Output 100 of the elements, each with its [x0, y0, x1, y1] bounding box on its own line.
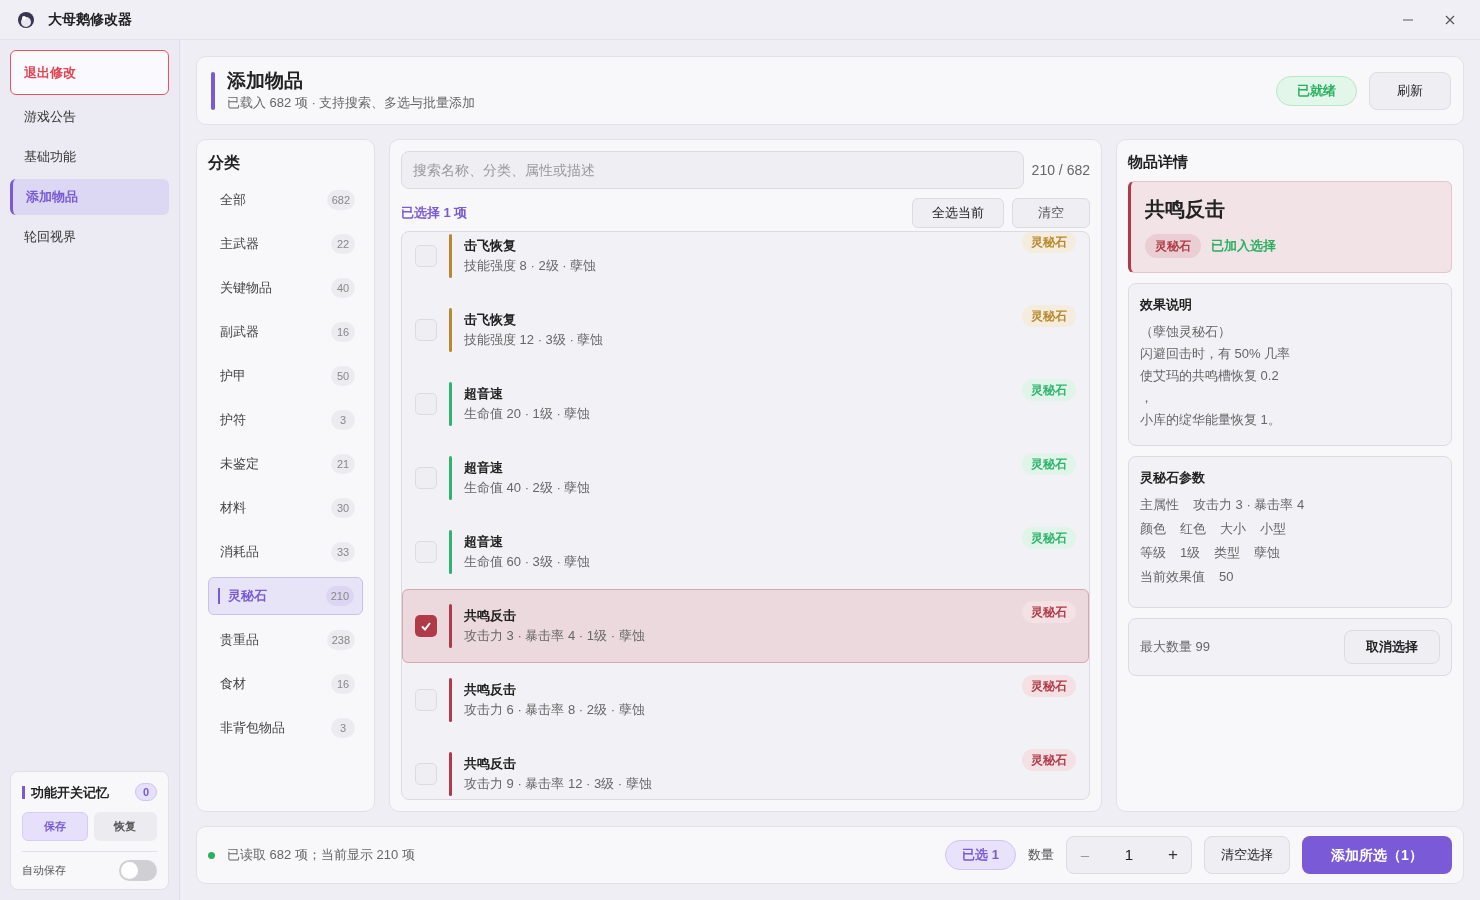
- param-value: 1级: [1180, 544, 1201, 562]
- item-row[interactable]: 超音速 生命值 20 · 1级 · 孽蚀 灵秘石: [402, 367, 1089, 441]
- item-row[interactable]: 共鸣反击 攻击力 6 · 暴击率 8 · 2级 · 孽蚀 灵秘石: [402, 663, 1089, 737]
- card-title: 功能开关记忆: [31, 783, 110, 802]
- param-label: 大小: [1220, 520, 1246, 538]
- category-item[interactable]: 贵重品 238: [208, 621, 363, 659]
- item-row[interactable]: 超音速 生命值 40 · 2级 · 孽蚀 灵秘石: [402, 441, 1089, 515]
- selection-count: 已选择 1 项: [401, 204, 469, 223]
- nav-item[interactable]: 轮回视界: [10, 219, 169, 255]
- count-badge: 238: [326, 630, 355, 650]
- category-tag: 灵秘石: [1022, 749, 1076, 771]
- select-all-button[interactable]: 全选当前: [912, 198, 1004, 228]
- status-badge: 已就绪: [1276, 75, 1357, 106]
- param-value: 攻击力 3 · 暴击率 4: [1193, 496, 1305, 514]
- category-tag: 灵秘石: [1022, 527, 1076, 549]
- item-name: 击飞恢复: [464, 237, 517, 255]
- item-meta: 生命值 40 · 2级 · 孽蚀: [464, 479, 592, 497]
- exit-button[interactable]: 退出修改: [10, 50, 169, 95]
- item-meta: 技能强度 8 · 2级 · 孽蚀: [464, 257, 598, 275]
- item-row[interactable]: 击飞恢复 技能强度 12 · 3级 · 孽蚀 灵秘石: [402, 293, 1089, 367]
- count-badge: 21: [331, 454, 355, 474]
- save-button[interactable]: 保存: [22, 812, 88, 841]
- item-name: 共鸣反击: [464, 755, 517, 773]
- category-tag: 灵秘石: [1022, 601, 1076, 623]
- item-name: 击飞恢复: [464, 311, 517, 329]
- param-label: 类型: [1214, 544, 1241, 562]
- param-value: 小型: [1260, 520, 1286, 538]
- quantity-label: 数量: [1028, 846, 1054, 865]
- category-item[interactable]: 材料 30: [208, 489, 363, 527]
- clear-selection-button[interactable]: 清空选择: [1204, 836, 1290, 874]
- item-title: 共鸣反击: [1145, 197, 1226, 222]
- category-item[interactable]: 灵秘石 210: [208, 577, 363, 615]
- restore-button[interactable]: 恢复: [93, 812, 157, 841]
- category-item[interactable]: 副武器 16: [208, 313, 363, 351]
- nav-item[interactable]: 基础功能: [10, 139, 169, 175]
- item-meta: 生命值 60 · 3级 · 孽蚀: [464, 553, 592, 571]
- item-row[interactable]: 共鸣反击 攻击力 3 · 暴击率 4 · 1级 · 孽蚀 灵秘石: [402, 589, 1089, 663]
- panel-title: 物品详情: [1128, 152, 1189, 172]
- count-badge: 30: [331, 498, 355, 518]
- category-item[interactable]: 全部 682: [208, 181, 363, 219]
- effect-text: 闪避回击时，有 50% 几率: [1140, 344, 1292, 363]
- autosave-label: 自动保存: [22, 863, 67, 879]
- increment-button[interactable]: +: [1165, 842, 1181, 868]
- logo-icon: [16, 9, 36, 30]
- category-label: 材料: [220, 499, 247, 518]
- count-badge: 33: [331, 542, 355, 562]
- item-row[interactable]: 超音速 生命值 60 · 3级 · 孽蚀 灵秘石: [402, 515, 1089, 589]
- category-item[interactable]: 食材 16: [208, 665, 363, 703]
- refresh-button[interactable]: 刷新: [1369, 71, 1451, 110]
- category-label: 未鉴定: [220, 455, 260, 474]
- selected-badge: 已选 1: [945, 840, 1016, 870]
- page-subtitle: 已载入 682 项 · 支持搜索、多选与批量添加: [227, 93, 477, 112]
- category-label: 全部: [220, 191, 247, 210]
- param-label: 主属性: [1140, 496, 1179, 514]
- category-tag: 灵秘石: [1022, 305, 1076, 327]
- category-label: 主武器: [220, 235, 260, 254]
- count-badge: 40: [331, 278, 355, 298]
- category-tag: 灵秘石: [1145, 234, 1201, 258]
- deselect-button[interactable]: 取消选择: [1344, 630, 1440, 664]
- category-tag: 灵秘石: [1022, 379, 1076, 401]
- category-label: 消耗品: [220, 543, 260, 562]
- item-row[interactable]: 共鸣反击 攻击力 9 · 暴击率 12 · 3级 · 孽蚀 灵秘石: [402, 737, 1089, 799]
- category-item[interactable]: 主武器 22: [208, 225, 363, 263]
- item-name: 超音速: [464, 385, 504, 403]
- add-selected-button[interactable]: 添加所选（1）: [1302, 836, 1452, 874]
- count-badge: 0: [135, 783, 157, 802]
- category-item[interactable]: 非背包物品 3: [208, 709, 363, 747]
- count-badge: 3: [331, 410, 355, 430]
- category-label: 副武器: [220, 323, 260, 342]
- count-badge: 3: [331, 718, 355, 738]
- category-item[interactable]: 未鉴定 21: [208, 445, 363, 483]
- checkbox[interactable]: [415, 615, 437, 637]
- nav-item[interactable]: 添加物品: [10, 179, 169, 215]
- nav-item[interactable]: 游戏公告: [10, 99, 169, 135]
- effect-text: ，: [1140, 388, 1154, 407]
- count-badge: 22: [331, 234, 355, 254]
- count-badge: 16: [331, 674, 355, 694]
- count-badge: 210: [325, 586, 354, 606]
- item-meta: 技能强度 12 · 3级 · 孽蚀: [464, 331, 605, 349]
- effect-text: 使艾玛的共鸣槽恢复 0.2: [1140, 366, 1280, 385]
- category-item[interactable]: 关键物品 40: [208, 269, 363, 307]
- item-row[interactable]: 击飞恢复 技能强度 8 · 2级 · 孽蚀 灵秘石: [402, 232, 1089, 293]
- item-name: 超音速: [464, 533, 504, 551]
- autosave-toggle[interactable]: [119, 860, 157, 881]
- category-label: 护甲: [220, 367, 247, 386]
- category-item[interactable]: 消耗品 33: [208, 533, 363, 571]
- search-field[interactable]: 搜索名称、分类、属性或描述: [401, 151, 1024, 189]
- item-meta: 攻击力 9 · 暴击率 12 · 3级 · 孽蚀: [464, 775, 653, 793]
- category-item[interactable]: 护符 3: [208, 401, 363, 439]
- category-label: 食材: [220, 675, 247, 694]
- item-name: 超音速: [464, 459, 504, 477]
- result-count: 210 / 682: [1031, 160, 1090, 180]
- item-meta: 攻击力 3 · 暴击率 4 · 1级 · 孽蚀: [464, 627, 646, 645]
- item-meta: 攻击力 6 · 暴击率 8 · 2级 · 孽蚀: [464, 701, 646, 719]
- category-item[interactable]: 护甲 50: [208, 357, 363, 395]
- clear-button[interactable]: 清空: [1012, 198, 1090, 228]
- quantity-stepper[interactable]: – 1 +: [1066, 836, 1192, 874]
- param-label: 等级: [1140, 544, 1166, 562]
- param-label: 当前效果值: [1140, 568, 1205, 586]
- category-tag: 灵秘石: [1022, 453, 1076, 475]
